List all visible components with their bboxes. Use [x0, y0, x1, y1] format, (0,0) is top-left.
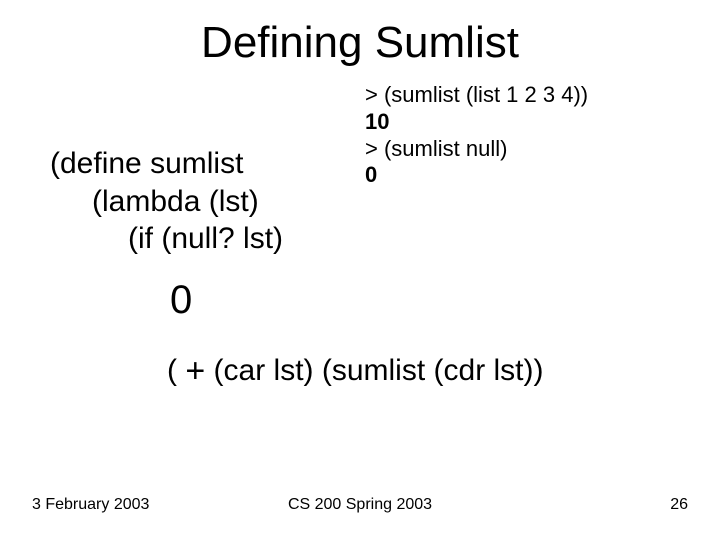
def-line-2: (lambda (lst): [50, 183, 283, 221]
slide: Defining Sumlist > (sumlist (list 1 2 3 …: [0, 0, 720, 540]
call-open: (: [167, 354, 185, 387]
definition-block: (define sumlist (lambda (lst) (if (null?…: [50, 145, 283, 258]
recursive-call-line: ( + (car lst) (sumlist (cdr lst)): [167, 350, 544, 389]
repl-output: > (sumlist (list 1 2 3 4)) 10 > (sumlist…: [365, 82, 588, 189]
slide-title: Defining Sumlist: [0, 18, 720, 68]
plus-icon: +: [185, 352, 205, 391]
footer-course: CS 200 Spring 2003: [0, 496, 720, 514]
def-line-3: (if (null? lst): [50, 220, 283, 258]
footer-page-number: 26: [670, 496, 688, 514]
repl-line-1: > (sumlist (list 1 2 3 4)): [365, 82, 588, 109]
repl-line-4: 0: [365, 162, 588, 189]
def-line-1: (define sumlist: [50, 145, 283, 183]
zero-literal: 0: [170, 278, 192, 323]
call-rest: (car lst) (sumlist (cdr lst)): [205, 354, 543, 387]
repl-line-3: > (sumlist null): [365, 136, 588, 163]
repl-line-2: 10: [365, 109, 588, 136]
